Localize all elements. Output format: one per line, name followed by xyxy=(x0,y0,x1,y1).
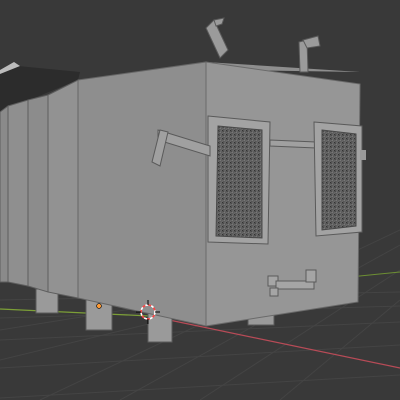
body-side xyxy=(77,61,207,327)
goggle-bridge xyxy=(269,139,317,149)
viewport-canvas[interactable] xyxy=(0,0,400,400)
left-goggle xyxy=(207,115,271,245)
right-goggle xyxy=(313,121,363,237)
body-segments xyxy=(0,79,79,299)
3d-viewport[interactable] xyxy=(0,0,400,400)
object-origin-icon[interactable] xyxy=(96,303,102,309)
right-strap-stub xyxy=(360,150,366,160)
